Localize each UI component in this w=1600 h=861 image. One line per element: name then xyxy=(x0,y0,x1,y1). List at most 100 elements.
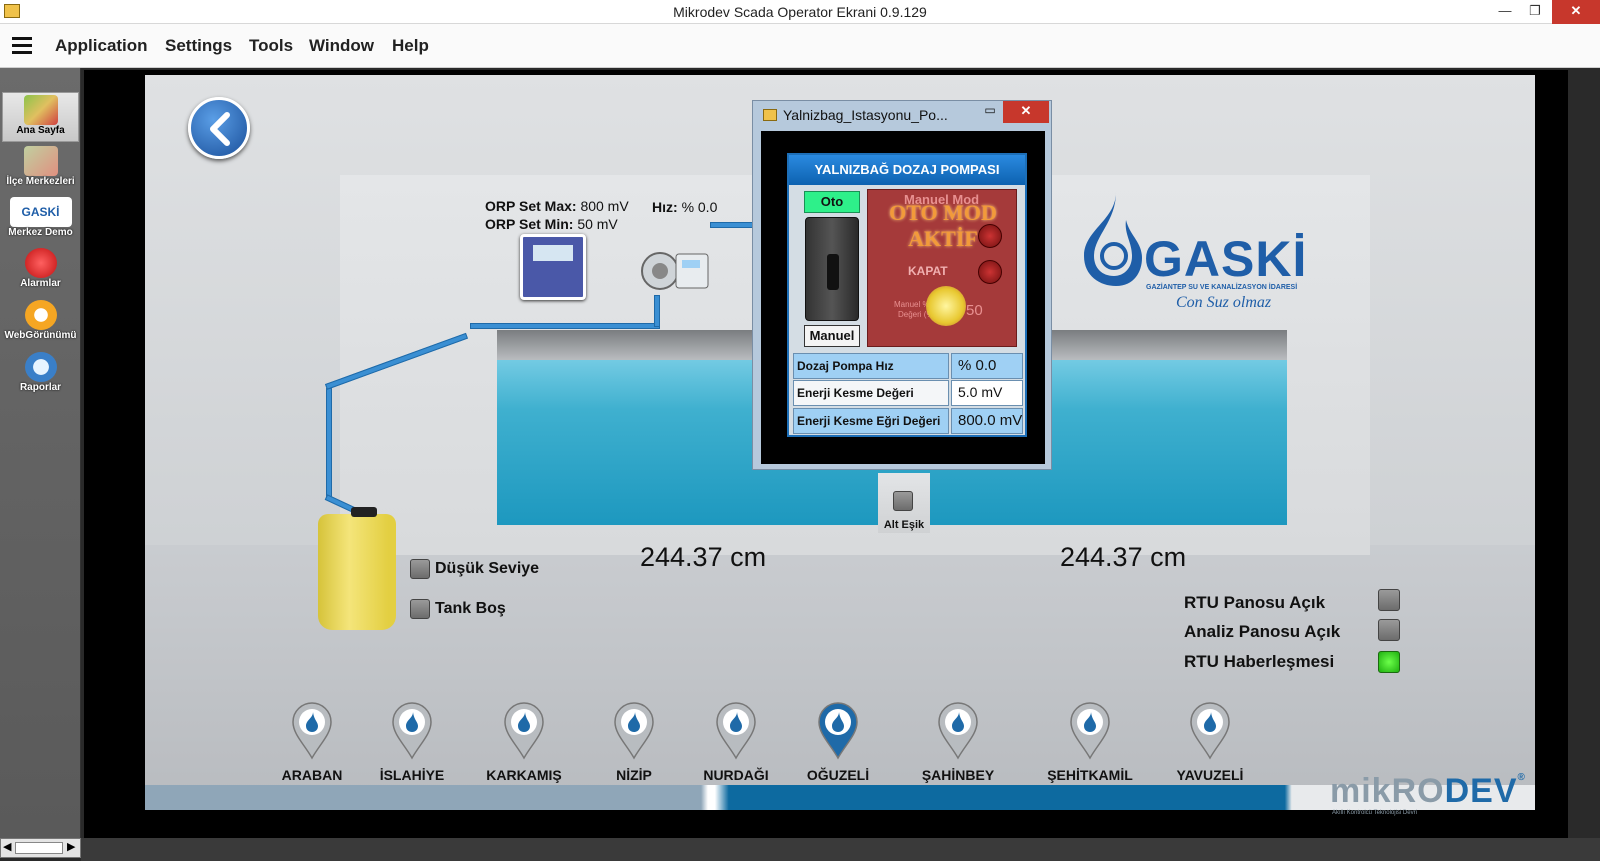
district-pin-0[interactable]: ARABAN xyxy=(262,700,362,783)
chemical-tank xyxy=(318,514,396,630)
gaski-logo-icon: GASKİ xyxy=(9,197,72,227)
rtu-haberlesme-indicator xyxy=(1378,651,1400,673)
popup-close-button[interactable]: ✕ xyxy=(1003,101,1049,123)
rtu-haberlesme-label: RTU Haberleşmesi xyxy=(1184,652,1335,671)
location-pin-icon xyxy=(392,702,432,760)
menu-help[interactable]: Help xyxy=(392,36,429,56)
location-pin-icon xyxy=(938,702,978,760)
pipe xyxy=(326,388,332,498)
chevron-left-icon xyxy=(210,112,230,146)
district-pin-3[interactable]: NİZİP xyxy=(584,700,684,783)
sidebar-item-ilce-merkezleri[interactable]: İlçe Merkezleri xyxy=(2,144,79,194)
rtu-panosu-indicator xyxy=(1378,589,1400,611)
location-pin-icon xyxy=(614,702,654,760)
district-name: NİZİP xyxy=(616,767,652,783)
orp-set-min: ORP Set Min: 50 mV xyxy=(485,216,618,232)
sidebar-item-alarmlar[interactable]: Alarmlar xyxy=(2,246,79,296)
orp-analyzer-icon xyxy=(520,234,586,300)
minimize-button[interactable]: — xyxy=(1490,0,1520,24)
oto-button[interactable]: Oto xyxy=(804,191,860,213)
mikrodev-logo: mikRODEV® xyxy=(1330,772,1526,810)
dosing-pump-popup[interactable]: Yalnizbag_Istasyonu_Po... ▭ ✕ YALNIZBAĞ … xyxy=(752,100,1052,470)
menu-bar: Application Settings Tools Window Help xyxy=(0,24,1600,68)
location-pin-icon xyxy=(504,702,544,760)
menu-tools[interactable]: Tools xyxy=(249,36,293,56)
gaski-logo: GASKİ GAZİANTEP SU VE KANALİZASYON İDARE… xyxy=(1072,190,1312,320)
scroll-left-icon[interactable]: ◀ xyxy=(3,840,11,853)
district-pin-8[interactable]: YAVUZELİ xyxy=(1160,700,1260,783)
sidebar-item-raporlar[interactable]: Raporlar xyxy=(2,350,79,400)
hamburger-menu-icon[interactable] xyxy=(12,37,32,54)
pump-speed: Hız: % 0.0 xyxy=(652,199,718,215)
manuel-value: 50 xyxy=(966,302,983,319)
mode-switch[interactable] xyxy=(805,217,859,321)
popup-app-icon xyxy=(763,109,777,121)
close-button[interactable]: ✕ xyxy=(1552,0,1600,24)
enerji-kesme-egri-row: Enerji Kesme Eğri Değeri 800.0 mV xyxy=(793,408,1023,434)
enerji-kesme-row: Enerji Kesme Değeri 5.0 mV xyxy=(793,380,1023,406)
footer-strip xyxy=(145,785,1535,810)
popup-title-bar[interactable]: Yalnizbag_Istasyonu_Po... ▭ ✕ xyxy=(753,101,1053,129)
location-pin-icon xyxy=(292,702,332,760)
district-map-icon xyxy=(23,146,58,176)
district-name: OĞUZELİ xyxy=(806,767,870,783)
popup-title: Yalnizbag_Istasyonu_Po... xyxy=(783,107,948,123)
manuel-button[interactable]: Manuel xyxy=(804,325,860,347)
water-drop-logo-icon xyxy=(1084,192,1142,286)
district-pin-2[interactable]: KARKAMIŞ xyxy=(474,700,574,783)
dosing-pump-icon xyxy=(641,252,709,290)
popup-body: YALNIZBAĞ DOZAJ POMPASI Oto Manuel Manue… xyxy=(761,131,1045,464)
dozaj-panel: YALNIZBAĞ DOZAJ POMPASI Oto Manuel Manue… xyxy=(787,153,1027,437)
menu-settings[interactable]: Settings xyxy=(165,36,232,56)
cloud-icon xyxy=(24,300,57,330)
level-readout-left: 244.37 cm xyxy=(640,542,767,572)
location-pin-icon xyxy=(716,702,756,760)
sidebar-scrollbar[interactable]: ◀ ▶ xyxy=(0,838,81,858)
tank-bos-label: Tank Boş xyxy=(435,600,506,617)
scroll-right-icon[interactable]: ▶ xyxy=(67,840,75,853)
maximize-button[interactable]: ❐ xyxy=(1520,0,1550,24)
district-name: İSLAHİYE xyxy=(379,767,445,783)
popup-minimize-button[interactable]: ▭ xyxy=(977,103,1003,123)
dusuk-seviye-indicator xyxy=(410,559,430,579)
district-name: ŞAHİNBEY xyxy=(921,767,995,783)
back-button[interactable] xyxy=(188,97,250,159)
orp-set-max: ORP Set Max: 800 mV xyxy=(485,198,629,214)
district-pin-7[interactable]: ŞEHİTKAMİL xyxy=(1040,700,1140,783)
sidebar-item-merkez-demo[interactable]: GASKİ Merkez Demo xyxy=(2,195,79,245)
location-pin-icon xyxy=(1070,702,1110,760)
menu-window[interactable]: Window xyxy=(309,36,374,56)
district-pin-6[interactable]: ŞAHİNBEY xyxy=(908,700,1008,783)
kapat-button[interactable] xyxy=(978,260,1002,284)
sidebar-item-webgorunumu[interactable]: WebGörünümü xyxy=(2,298,79,348)
location-pin-icon xyxy=(818,702,858,760)
mikrodev-tagline: Akıllı Kontrolcü Teknolojisi Devri xyxy=(1332,810,1417,816)
title-bar: Mikrodev Scada Operator Ekrani 0.9.129 —… xyxy=(0,0,1600,24)
kapat-label: KAPAT xyxy=(908,264,948,278)
report-icon xyxy=(24,352,57,382)
alt-esik-lamp xyxy=(893,491,913,511)
pipe xyxy=(470,323,660,329)
district-pin-4[interactable]: NURDAĞI xyxy=(686,700,786,783)
rtu-panosu-label: RTU Panosu Açık xyxy=(1184,593,1326,612)
analiz-panosu-indicator xyxy=(1378,619,1400,641)
district-name: ŞEHİTKAMİL xyxy=(1047,767,1133,783)
district-name: KARKAMIŞ xyxy=(486,767,562,783)
oto-mod-text: OTO MOD xyxy=(889,200,997,225)
pipe xyxy=(710,222,756,228)
window-title: Mikrodev Scada Operator Ekrani 0.9.129 xyxy=(673,4,927,20)
sidebar: Ana Sayfa İlçe Merkezleri GASKİ Merkez D… xyxy=(0,68,81,838)
district-name: ARABAN xyxy=(281,767,343,783)
district-pin-1[interactable]: İSLAHİYE xyxy=(362,700,462,783)
district-pin-5[interactable]: OĞUZELİ xyxy=(788,700,888,783)
location-pin-icon xyxy=(1190,702,1230,760)
map-icon xyxy=(23,95,58,125)
manuel-mod-panel: Manuel Mod OTO MOD AKTİF KAPAT Manuel % … xyxy=(867,189,1017,347)
dozaj-pompa-hiz-row: Dozaj Pompa Hız % 0.0 xyxy=(793,353,1023,379)
alt-esik-indicator: Alt Eşik xyxy=(878,473,930,533)
ac-button[interactable] xyxy=(978,224,1002,248)
scroll-thumb[interactable] xyxy=(15,842,63,854)
menu-application[interactable]: Application xyxy=(55,36,148,56)
tank-bos-indicator xyxy=(410,599,430,619)
sidebar-item-ana-sayfa[interactable]: Ana Sayfa xyxy=(2,92,79,142)
